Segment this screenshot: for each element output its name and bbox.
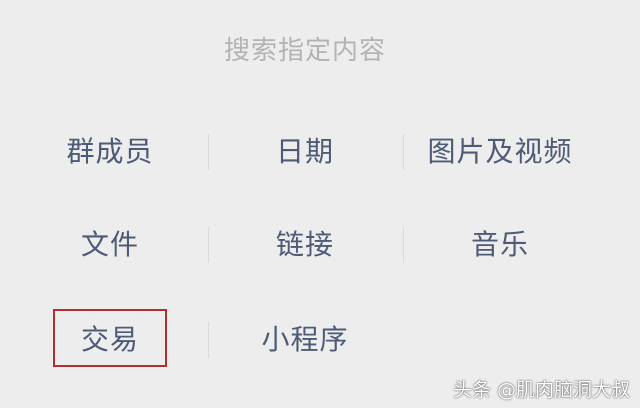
watermark: 头条 @肌肉脑洞大叔 (452, 379, 630, 401)
divider (208, 227, 209, 263)
category-row-1: 群成员 日期 图片及视频 (0, 122, 640, 182)
category-group-members[interactable]: 群成员 (30, 122, 190, 182)
search-title: 搜索指定内容 (223, 36, 386, 66)
divider (403, 134, 404, 170)
category-date[interactable]: 日期 (225, 122, 385, 182)
category-mini-programs[interactable]: 小程序 (225, 310, 385, 370)
highlight-box (53, 309, 167, 367)
category-photos-videos[interactable]: 图片及视频 (410, 122, 590, 182)
category-files[interactable]: 文件 (30, 215, 190, 275)
category-links[interactable]: 链接 (225, 215, 385, 275)
category-row-2: 文件 链接 音乐 (0, 215, 640, 275)
divider (208, 134, 209, 170)
divider (403, 227, 404, 263)
divider (208, 322, 209, 358)
category-music[interactable]: 音乐 (410, 215, 590, 275)
